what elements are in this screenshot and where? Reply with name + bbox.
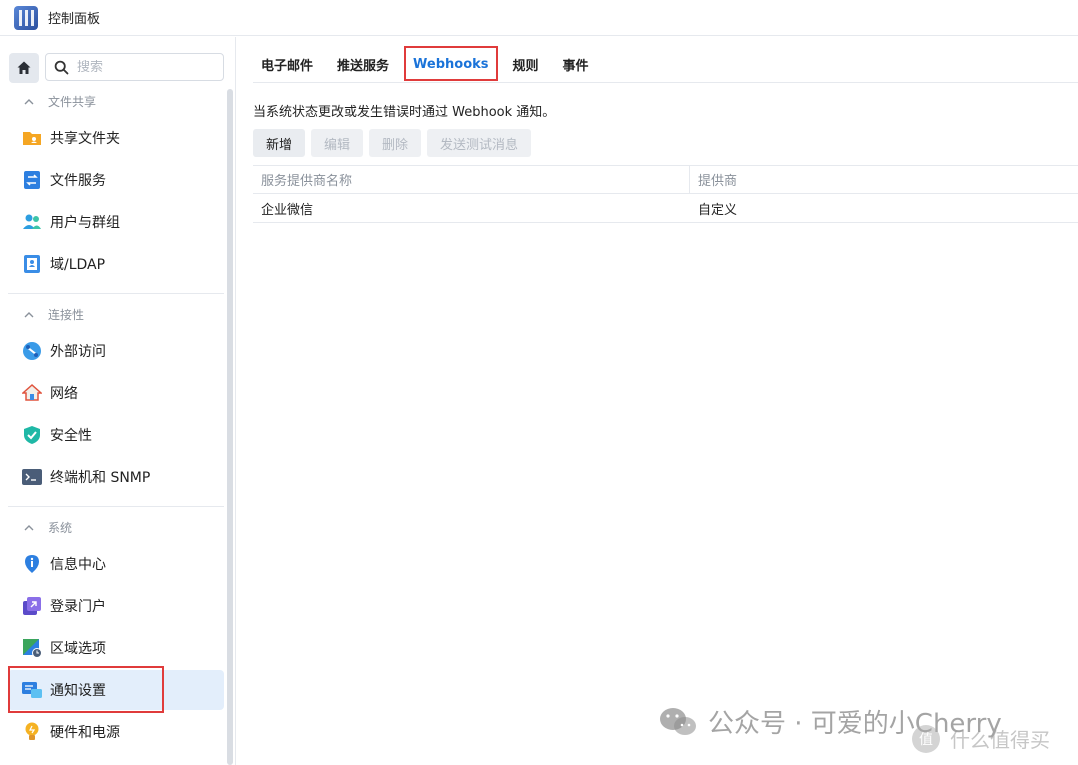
delete-button[interactable]: 删除	[369, 129, 422, 157]
sidebar-item-terminal-snmp[interactable]: 终端机和 SNMP	[8, 457, 224, 497]
watermark-secondary: 值 什么值得买	[912, 724, 1050, 753]
lightbulb-icon	[22, 722, 42, 742]
section-label: 文件共享	[48, 95, 97, 109]
section-header-file-sharing[interactable]: 文件共享	[24, 93, 96, 110]
file-services-icon	[22, 170, 42, 190]
sidebar-item-file-services[interactable]: 文件服务	[8, 160, 224, 200]
tab-events[interactable]: 事件	[555, 45, 597, 83]
sidebar-item-label: 登录门户	[50, 599, 106, 615]
section-header-system[interactable]: 系统	[24, 519, 72, 536]
sidebar-item-users-groups[interactable]: 用户与群组	[8, 202, 224, 242]
tab-push-service[interactable]: 推送服务	[329, 45, 397, 83]
table-row[interactable]: 企业微信 自定义	[253, 194, 1078, 223]
home-button[interactable]	[9, 53, 39, 83]
sidebar-item-info-center[interactable]: 信息中心	[8, 544, 224, 584]
sidebar-item-label: 文件服务	[50, 173, 106, 189]
external-access-icon	[22, 341, 42, 361]
sidebar-item-security[interactable]: 安全性	[8, 415, 224, 455]
sidebar-item-regional-options[interactable]: 区域选项	[8, 628, 224, 668]
add-button[interactable]: 新增	[253, 129, 306, 157]
table-cell-provider: 自定义	[698, 202, 738, 218]
domain-ldap-icon	[22, 254, 42, 274]
tab-webhooks[interactable]: Webhooks	[404, 45, 498, 83]
search-input[interactable]	[77, 59, 207, 75]
webhook-description: 当系统状态更改或发生错误时通过 Webhook 通知。	[253, 105, 556, 120]
sidebar-item-hardware-power[interactable]: 硬件和电源	[8, 712, 224, 752]
sidebar-item-label: 外部访问	[50, 344, 106, 360]
tab-email[interactable]: 电子邮件	[253, 45, 321, 83]
sidebar-item-domain-ldap[interactable]: 域/LDAP	[8, 244, 224, 284]
highlight-box-notification	[8, 666, 164, 713]
tab-rules[interactable]: 规则	[505, 45, 547, 83]
sidebar: 文件共享 共享文件夹 文件服务 用户与群组 域/LDAP 连接性 外部访问 网络…	[0, 37, 236, 765]
wechat-icon	[660, 707, 696, 735]
sidebar-item-label: 区域选项	[50, 641, 106, 657]
control-panel-app-icon	[14, 5, 38, 30]
table-cell-provider-name: 企业微信	[261, 202, 314, 218]
sidebar-item-label: 硬件和电源	[50, 725, 120, 741]
main-panel: 电子邮件 推送服务 Webhooks 规则 事件 当系统状态更改或发生错误时通过…	[237, 37, 1078, 765]
sidebar-item-label: 共享文件夹	[50, 131, 120, 147]
webhook-table: 服务提供商名称 提供商 企业微信 自定义	[253, 165, 1078, 223]
column-header-provider-name[interactable]: 服务提供商名称	[253, 166, 690, 193]
sidebar-scrollbar[interactable]	[227, 89, 233, 765]
sidebar-item-network[interactable]: 网络	[8, 373, 224, 413]
smzdm-logo-icon: 值	[912, 724, 940, 753]
chevron-up-icon	[24, 98, 34, 104]
tab-bar: 电子邮件 推送服务 Webhooks 规则 事件	[253, 45, 1078, 83]
section-label: 系统	[48, 521, 73, 535]
highlight-box-webhooks	[404, 46, 498, 81]
terminal-icon	[22, 467, 42, 487]
send-test-message-button[interactable]: 发送测试消息	[427, 129, 532, 157]
login-portal-icon	[22, 596, 42, 616]
edit-button[interactable]: 编辑	[311, 129, 364, 157]
sidebar-item-label: 信息中心	[50, 557, 106, 573]
section-header-connectivity[interactable]: 连接性	[24, 306, 84, 323]
home-icon	[17, 61, 31, 74]
window-title: 控制面板	[48, 12, 101, 27]
users-groups-icon	[22, 212, 42, 232]
sidebar-item-shared-folder[interactable]: 共享文件夹	[8, 118, 224, 158]
title-bar: 控制面板	[0, 0, 1078, 36]
network-house-icon	[22, 383, 42, 403]
sidebar-item-label: 网络	[50, 386, 78, 402]
sidebar-item-label: 终端机和 SNMP	[50, 470, 151, 486]
shield-icon	[22, 425, 42, 445]
table-header-row: 服务提供商名称 提供商	[253, 165, 1078, 194]
chevron-up-icon	[24, 524, 34, 530]
regional-options-icon	[22, 638, 42, 658]
search-icon	[54, 60, 69, 74]
sidebar-divider	[8, 293, 224, 294]
sidebar-item-label: 用户与群组	[50, 215, 120, 231]
sidebar-item-external-access[interactable]: 外部访问	[8, 331, 224, 371]
sidebar-item-login-portal[interactable]: 登录门户	[8, 586, 224, 626]
chevron-up-icon	[24, 311, 34, 317]
sidebar-item-label: 域/LDAP	[50, 257, 106, 273]
shared-folder-icon	[22, 128, 42, 148]
info-pin-icon	[22, 554, 42, 574]
column-header-provider[interactable]: 提供商	[690, 166, 1078, 193]
sidebar-item-label: 安全性	[50, 428, 92, 444]
watermark-secondary-text: 什么值得买	[950, 728, 1050, 752]
search-box[interactable]	[45, 53, 224, 81]
section-label: 连接性	[48, 308, 85, 322]
toolbar: 新增 编辑 删除 发送测试消息	[253, 129, 537, 157]
sidebar-divider	[8, 506, 224, 507]
